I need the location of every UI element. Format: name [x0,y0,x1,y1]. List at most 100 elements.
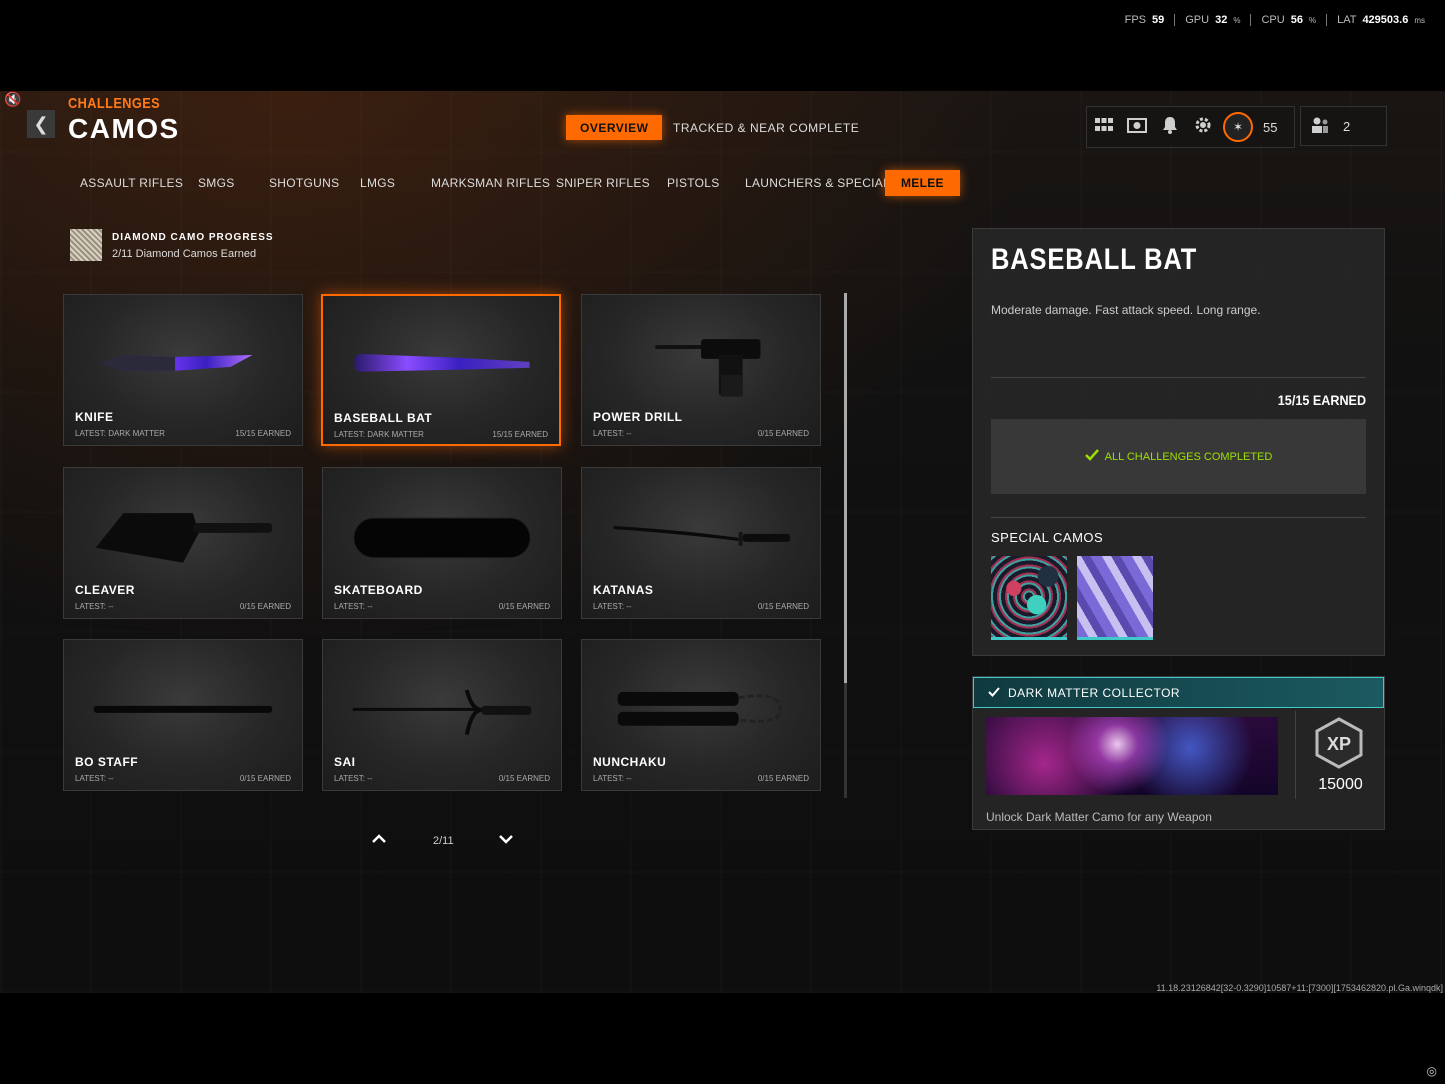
weapon-name: POWER DRILL [593,410,683,424]
weapon-detail-panel: BASEBALL BAT Moderate damage. Fast attac… [972,228,1385,656]
weapon-earned: 0/15 EARNED [757,429,809,438]
weapon-earned: 0/15 EARNED [757,774,809,783]
weapon-card-sai[interactable]: SAI LATEST: -- 0/15 EARNED [322,639,562,791]
bell-icon[interactable] [1153,116,1186,138]
weapon-latest-camo: LATEST: -- [334,602,373,611]
cleaver-icon [95,513,273,563]
tab-shotguns[interactable]: SHOTGUNS [269,170,339,196]
tab-assault-rifles[interactable]: ASSAULT RIFLES [80,170,183,196]
chevron-up-icon [372,834,386,843]
page-down-button[interactable] [498,831,514,847]
sai-icon [352,689,532,736]
weapon-card-power-drill[interactable]: POWER DRILL LATEST: -- 0/15 EARNED [581,294,821,446]
weapon-name: BASEBALL BAT [334,411,433,425]
party-icon [1311,116,1329,137]
xp-value: 15000 [1318,776,1363,793]
weapon-name: CLEAVER [75,583,135,597]
tab-overview[interactable]: OVERVIEW [566,115,663,140]
power-drill-icon [655,339,761,397]
weapon-latest-camo: LATEST: -- [334,774,373,783]
fps-value: 59 [1152,14,1165,26]
weapon-name: BO STAFF [75,755,139,769]
baseball-bat-icon [354,353,530,372]
tab-launchers-specials[interactable]: LAUNCHERS & SPECIALS [745,170,898,196]
reward-panel: DARK MATTER COLLECTOR XP 15000 Unlock Da… [972,676,1385,830]
weapon-earned: 15/15 EARNED [492,430,548,439]
weapon-earned: 15/15 EARNED [235,429,291,438]
scrollbar-thumb[interactable] [844,293,847,683]
special-camo-2[interactable] [1077,556,1153,640]
tab-lmgs[interactable]: LMGS [360,170,395,196]
xp-badge-icon: XP [1315,717,1363,769]
detail-earned: 15/15 EARNED [1277,392,1366,408]
skateboard-icon [353,517,531,559]
party-button[interactable]: 2 [1300,106,1387,146]
reward-header: DARK MATTER COLLECTOR [973,677,1384,708]
cpu-readout: CPU 56 % [1250,14,1326,26]
weapon-name: SAI [334,755,356,769]
weapon-latest-camo: LATEST: -- [593,602,632,611]
latency-label: LAT [1337,14,1357,26]
tab-marksman-rifles[interactable]: MARKSMAN RIFLES [431,170,550,196]
cpu-value: 56 [1290,14,1303,26]
weapon-card-skateboard[interactable]: SKATEBOARD LATEST: -- 0/15 EARNED [322,467,562,619]
katana-icon [613,525,791,546]
cpu-label: CPU [1261,14,1285,26]
weapon-name: SKATEBOARD [334,583,423,597]
checkmark-icon [1084,449,1099,464]
back-button[interactable]: ❮ [27,110,55,138]
reward-description: Unlock Dark Matter Camo for any Weapon [986,810,1212,824]
weapon-latest-camo: LATEST: -- [75,602,114,611]
breadcrumb: CHALLENGES [68,95,161,112]
weapon-card-knife[interactable]: KNIFE LATEST: DARK MATTER 15/15 EARNED [63,294,303,446]
battle-token-icon[interactable]: ✶ [1223,112,1253,142]
store-icon[interactable] [1120,117,1153,137]
tab-sniper-rifles[interactable]: SNIPER RIFLES [556,170,650,196]
weapon-card-baseball-bat[interactable]: BASEBALL BAT LATEST: DARK MATTER 15/15 E… [321,294,561,446]
latency-unit: ms [1414,15,1425,25]
performance-overlay: FPS 59 GPU 32 % CPU 56 % LAT 429503.6 ms [1115,14,1435,26]
mute-icon[interactable]: 🔇 [4,91,21,108]
weapon-latest-camo: LATEST: DARK MATTER [334,430,424,439]
chevron-left-icon: ❮ [33,113,49,134]
weapon-earned: 0/15 EARNED [498,602,550,611]
gpu-unit: % [1233,15,1241,25]
weapon-card-bo-staff[interactable]: BO STAFF LATEST: -- 0/15 EARNED [63,639,303,791]
tab-smgs[interactable]: SMGS [198,170,235,196]
gpu-value: 32 [1215,14,1228,26]
weapon-card-cleaver[interactable]: CLEAVER LATEST: -- 0/15 EARNED [63,467,303,619]
build-info: 11.18.23126842[32-0.3290]10587+11:[7300]… [1156,983,1443,993]
page-title: CAMOS [68,113,180,144]
tab-pistols[interactable]: PISTOLS [667,170,720,196]
weapon-latest-camo: LATEST: -- [593,429,632,438]
fps-readout: FPS 59 [1115,14,1175,26]
weapon-card-katanas[interactable]: KATANAS LATEST: -- 0/15 EARNED [581,467,821,619]
page-indicator: 2/11 [433,835,454,847]
weapon-name: NUNCHAKU [593,755,667,769]
gpu-readout: GPU 32 % [1174,14,1250,26]
weapon-latest-camo: LATEST: DARK MATTER [75,429,165,438]
tab-melee[interactable]: MELEE [885,170,960,196]
special-camo-1[interactable] [991,556,1067,640]
grid-menu-icon[interactable] [1087,118,1120,136]
token-count: 55 [1263,119,1278,135]
corner-target-icon: ◎ [1426,1064,1437,1078]
gpu-label: GPU [1185,14,1210,26]
weapon-latest-camo: LATEST: -- [75,774,114,783]
header-icon-bar: ✶ 55 [1086,106,1295,148]
challenges-status-text: ALL CHALLENGES COMPLETED [1104,450,1273,463]
latency-value: 429503.6 [1362,14,1409,26]
bo-staff-icon [93,705,273,713]
page-up-button[interactable] [371,831,387,847]
dark-matter-reward-image [986,717,1278,795]
diamond-progress-title: DIAMOND CAMO PROGRESS [112,232,274,243]
nunchaku-icon [617,692,782,726]
challenges-status: ALL CHALLENGES COMPLETED [991,419,1366,494]
tab-tracked-near-complete[interactable]: TRACKED & NEAR COMPLETE [673,115,859,140]
svg-text:XP: XP [1327,734,1351,754]
weapon-latest-camo: LATEST: -- [593,774,632,783]
weapon-name: KATANAS [593,583,654,597]
gear-icon[interactable] [1186,116,1219,138]
weapon-card-nunchaku[interactable]: NUNCHAKU LATEST: -- 0/15 EARNED [581,639,821,791]
divider [991,377,1366,378]
